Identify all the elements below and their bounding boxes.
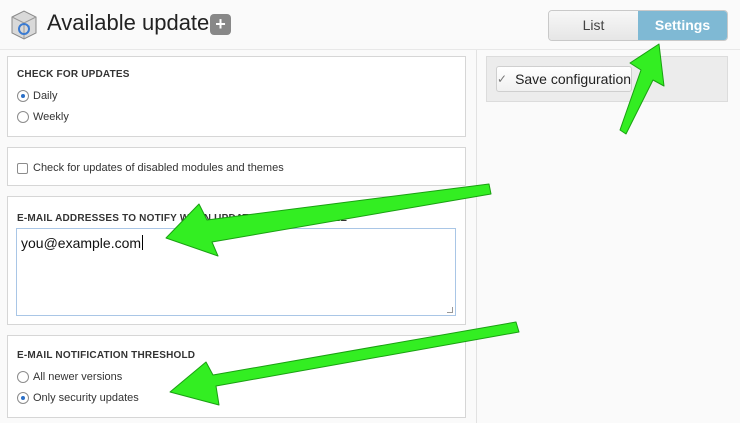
annotation-arrows [165,43,665,406]
arrow-to-security-icon [169,321,520,406]
arrow-to-email-icon [165,183,492,257]
arrow-to-settings-icon [619,43,665,135]
